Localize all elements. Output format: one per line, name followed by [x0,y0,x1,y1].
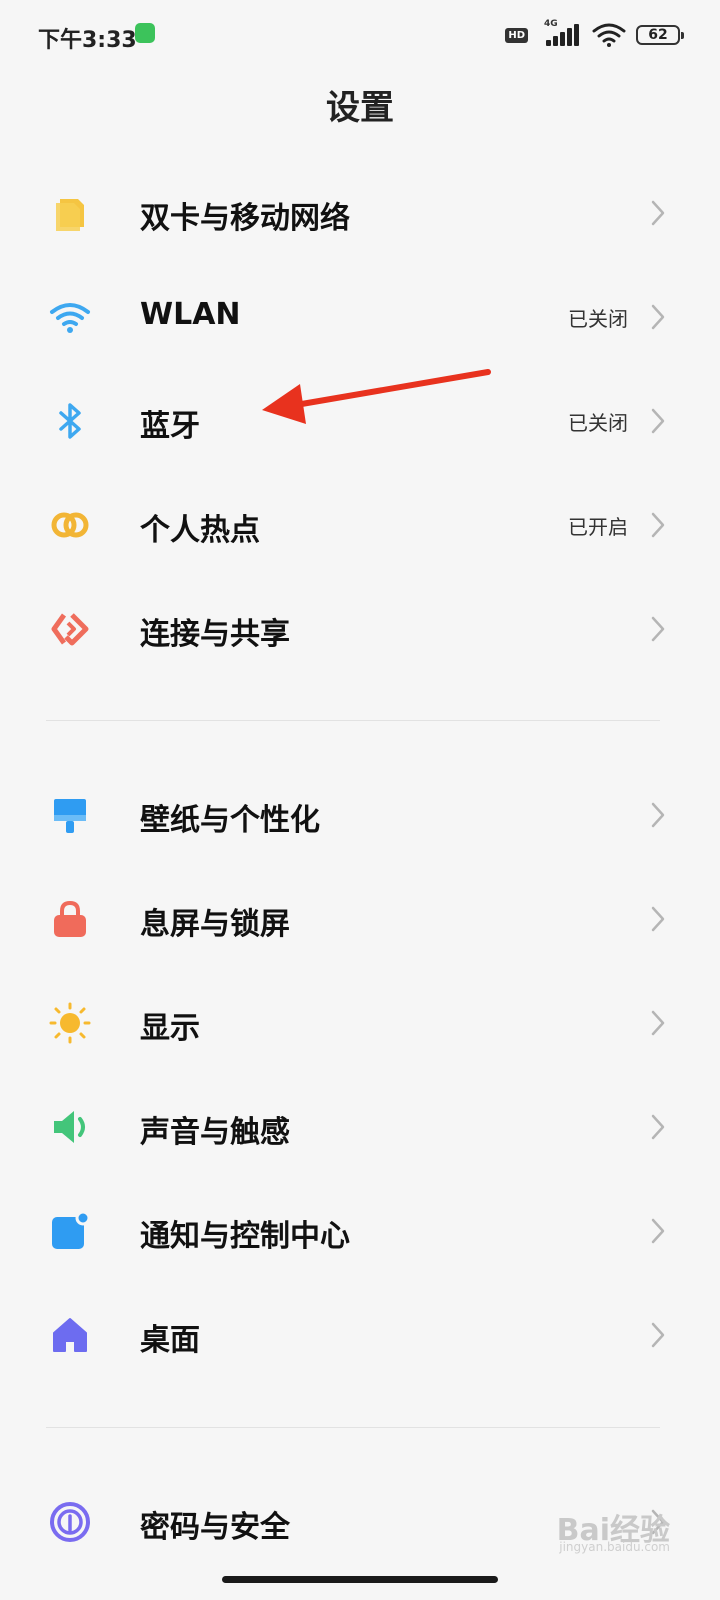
settings-item-sound[interactable]: 声音与触感 [0,1075,720,1179]
chevron-right-icon [651,802,665,828]
sun-icon [49,1002,91,1044]
section-divider [46,720,660,721]
settings-item-hotspot[interactable]: 个人热点 已开启 [0,473,720,577]
settings-item-status: 已开启 [568,515,628,539]
settings-item-label: 声音与触感 [140,1115,290,1150]
settings-item-label: 壁纸与个性化 [140,803,320,838]
settings-item-display[interactable]: 显示 [0,971,720,1075]
settings-item-label: 双卡与移动网络 [140,201,350,236]
speaker-icon [54,1111,85,1143]
bluetooth-icon [59,403,81,439]
hd-voice-icon: HD [505,27,528,43]
watermark-url: jingyan.baidu.com [559,1540,670,1554]
chevron-right-icon [651,408,665,434]
hotspot-icon [51,512,89,538]
settings-item-label: 息屏与锁屏 [140,907,290,942]
chevron-right-icon [651,1322,665,1348]
wallpaper-icon [54,799,86,833]
chevron-right-icon [651,512,665,538]
settings-item-lock-screen[interactable]: 息屏与锁屏 [0,867,720,971]
cellular-signal-icon: 4G [538,19,582,48]
settings-item-desktop[interactable]: 桌面 [0,1283,720,1387]
settings-item-bluetooth[interactable]: 蓝牙 已关闭 [0,369,720,473]
settings-item-label: 蓝牙 [140,409,200,444]
lock-icon [54,900,86,937]
settings-item-label: 显示 [140,1011,200,1046]
notification-icon [52,1210,91,1249]
chevron-right-icon [651,616,665,642]
settings-item-label: 桌面 [140,1323,200,1358]
settings-item-wallpaper[interactable]: 壁纸与个性化 [0,763,720,867]
settings-item-connection-sharing[interactable]: 连接与共享 [0,577,720,681]
chevron-right-icon [651,1218,665,1244]
status-bar: 下午3:33 HD 4G 62 [0,0,720,70]
home-indicator[interactable] [222,1576,498,1583]
settings-item-label: 连接与共享 [140,617,290,652]
section-divider [46,1427,660,1428]
wifi-icon [50,303,90,333]
settings-item-notifications[interactable]: 通知与控制中心 [0,1179,720,1283]
wifi-status-icon [592,23,626,47]
status-time: 下午3:33 [38,28,137,53]
settings-item-label: WLAN [140,297,241,332]
settings-item-sim[interactable]: 双卡与移动网络 [0,161,720,265]
chevron-right-icon [651,1010,665,1036]
share-icon [51,613,89,646]
settings-item-label: 个人热点 [140,513,260,548]
network-type-label: 4G [544,19,558,29]
chevron-right-icon [651,1114,665,1140]
chevron-right-icon [651,200,665,226]
settings-item-status: 已关闭 [568,411,628,435]
settings-item-label: 密码与安全 [140,1510,290,1545]
battery-icon: 62 [636,25,684,45]
page-title: 设置 [326,88,394,128]
settings-item-wlan[interactable]: WLAN 已关闭 [0,265,720,369]
sim-card-icon [56,199,84,231]
chevron-right-icon [651,304,665,330]
settings-item-status: 已关闭 [568,307,628,331]
app-notification-icon [135,23,155,43]
status-icons: HD 4G 62 [505,19,684,50]
settings-item-label: 通知与控制中心 [140,1219,350,1254]
home-icon [53,1318,87,1352]
chevron-right-icon [651,906,665,932]
fingerprint-icon [50,1502,90,1542]
